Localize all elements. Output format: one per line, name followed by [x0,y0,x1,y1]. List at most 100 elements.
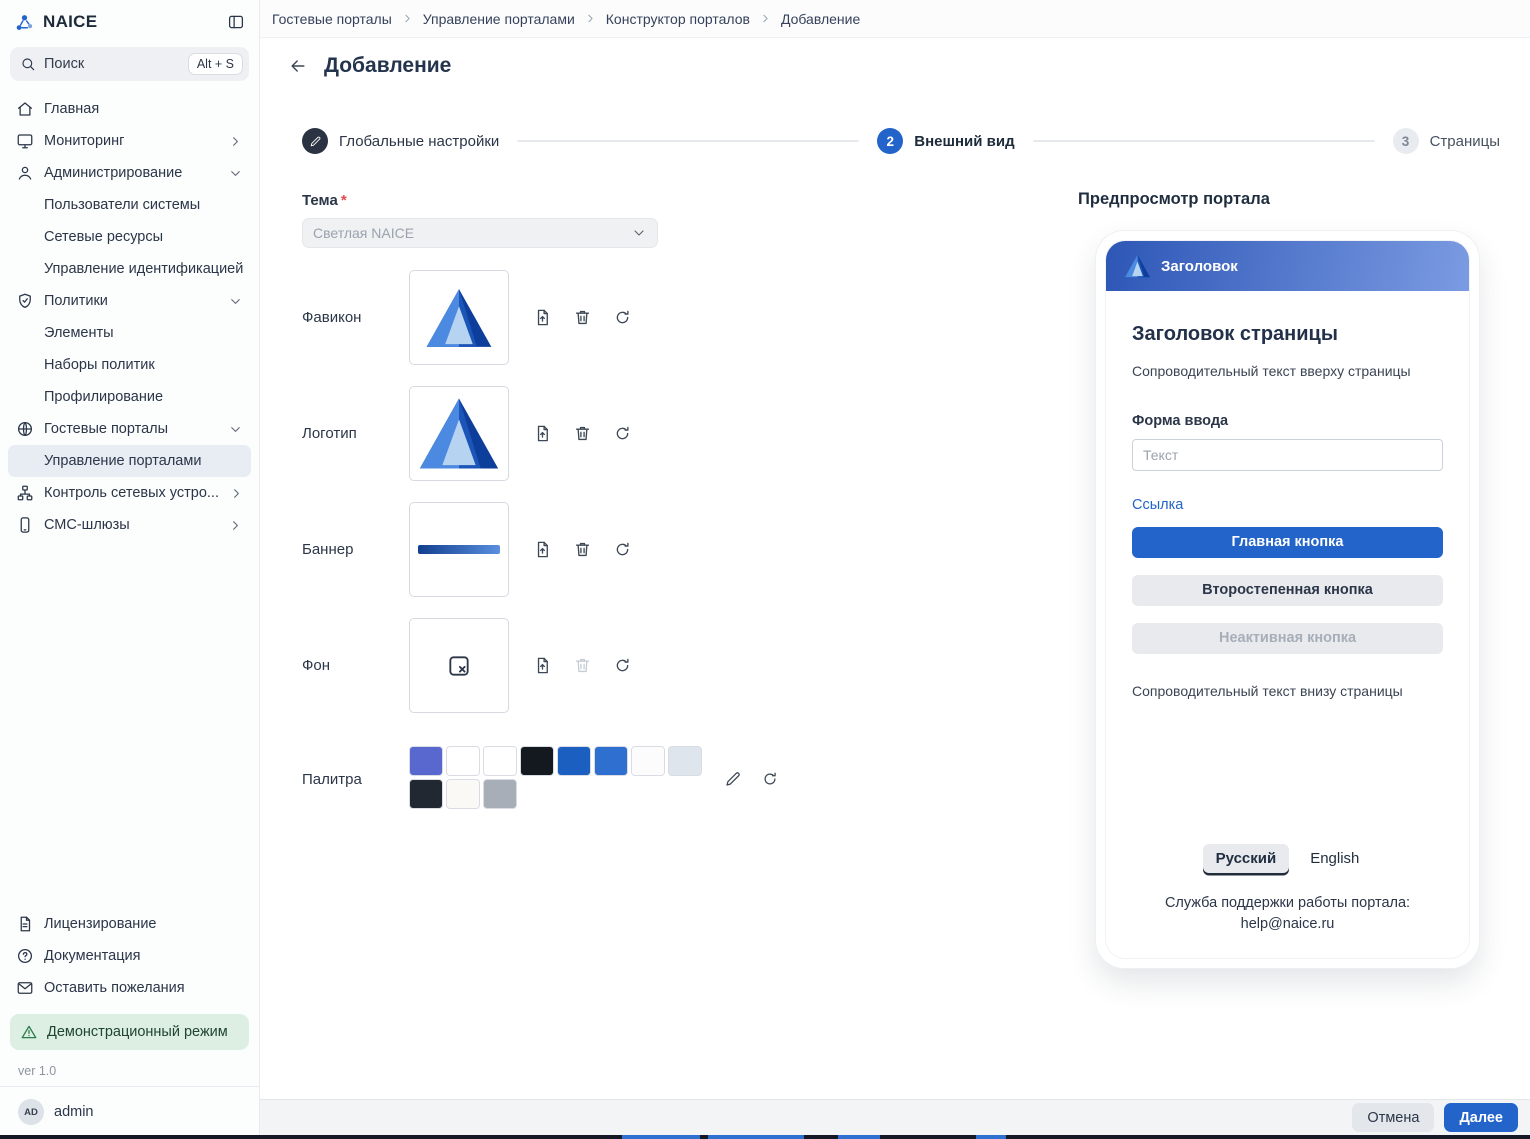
sidebar-item-label: Пользователи системы [44,197,200,213]
trash-icon [573,656,592,675]
upload-row-logo: Логотип [302,386,1078,481]
portal-header: Заголовок [1106,241,1469,291]
banner-label: Баннер [302,541,409,558]
search-input[interactable] [44,56,180,72]
sidebar-item-sms-gateways[interactable]: СМС-шлюзы [8,509,251,541]
portal-page-title: Заголовок страницы [1132,323,1443,346]
sidebar-item-label: Политики [44,293,108,309]
sidebar-item-documentation[interactable]: Документация [8,940,251,972]
tab-russian[interactable]: Русский [1203,844,1290,873]
portal-secondary-button[interactable]: Второстепенная кнопка [1132,575,1443,606]
background-upload-button[interactable] [533,656,552,675]
trash-icon [573,540,592,559]
next-button[interactable]: Далее [1444,1103,1518,1132]
breadcrumb-item-guest-portals[interactable]: Гостевые порталы [272,11,392,27]
step-appearance[interactable]: 2 Внешний вид [877,128,1014,154]
sidebar-item-policies[interactable]: Политики [8,285,251,317]
collapse-sidebar-icon [227,13,245,31]
smartphone-icon [16,516,34,534]
step-pages[interactable]: 3 Страницы [1393,128,1500,154]
sidebar-item-profiling[interactable]: Профилирование [8,381,251,413]
sidebar-item-policy-sets[interactable]: Наборы политик [8,349,251,381]
mail-icon [16,979,34,997]
sidebar-item-administration[interactable]: Администрирование [8,157,251,189]
step-active-circle: 2 [877,128,903,154]
banner-reset-button[interactable] [613,540,632,559]
portal-disabled-button: Неактивная кнопка [1132,623,1443,654]
theme-select[interactable]: Светлая NAICE [302,218,658,248]
palette-actions [724,770,779,788]
network-icon [16,484,34,502]
portal-primary-button[interactable]: Главная кнопка [1132,527,1443,558]
background-reset-button[interactable] [613,656,632,675]
collapse-sidebar-button[interactable] [225,11,247,33]
logo-reset-button[interactable] [613,424,632,443]
demo-mode-label: Демонстрационный режим [47,1024,228,1040]
back-arrow-icon [288,56,308,76]
palette-swatch [631,746,665,776]
logo-upload-button[interactable] [533,424,552,443]
portal-link[interactable]: Ссылка [1132,497,1183,513]
sidebar-item-network-device-control[interactable]: Контроль сетевых устро... [8,477,251,509]
favicon-reset-button[interactable] [613,308,632,327]
portal-text-input[interactable] [1132,439,1443,471]
step-global-settings[interactable]: Глобальные настройки [302,128,499,154]
appearance-form: Тема* Светлая NAICE Фавикон [302,184,1078,1099]
step-label: Внешний вид [914,133,1014,150]
palette-swatch [557,746,591,776]
sidebar-item-system-users[interactable]: Пользователи системы [8,189,251,221]
banner-delete-button[interactable] [573,540,592,559]
sidebar-item-monitoring[interactable]: Мониторинг [8,125,251,157]
sidebar-item-label: Администрирование [44,165,182,181]
sidebar-item-label: Оставить пожелания [44,980,185,996]
portal-support-text: Служба поддержки работы портала: help@na… [1132,893,1443,937]
bottom-bar-segment [622,1135,700,1139]
sidebar-item-elements[interactable]: Элементы [8,317,251,349]
naice-triangle-logo [1124,254,1151,278]
palette-swatch [483,779,517,809]
user-menu[interactable]: AD admin [0,1086,259,1139]
cancel-button[interactable]: Отмена [1352,1103,1434,1132]
search-box[interactable]: Alt + S [10,47,249,81]
breadcrumb-item-current: Добавление [781,11,860,27]
palette-swatch-row [409,779,702,809]
no-image-icon [446,653,472,679]
banner-upload-button[interactable] [533,540,552,559]
portal-header-title: Заголовок [1161,258,1238,275]
background-actions [533,656,632,675]
stepper-connector [517,140,859,142]
palette-swatch [409,746,443,776]
monitor-icon [16,132,34,150]
chevron-down-icon [228,166,243,181]
palette-swatch [446,746,480,776]
breadcrumb-item-portal-constructor[interactable]: Конструктор порталов [606,11,750,27]
phone-screen: Заголовок Заголовок страницы Сопроводите… [1105,240,1470,959]
upload-icon [533,656,552,675]
breadcrumb-separator-icon [584,12,597,25]
sidebar-item-feedback[interactable]: Оставить пожелания [8,972,251,1004]
logo-actions [533,424,632,443]
palette-edit-button[interactable] [724,770,742,788]
home-icon [16,100,34,118]
brand: NAICE [14,12,97,33]
sidebar-item-identity-management[interactable]: Управление идентификацией [8,253,251,285]
main-area: Гостевые порталы Управление порталами Ко… [260,0,1530,1139]
back-button[interactable] [286,54,310,78]
sidebar-item-home[interactable]: Главная [8,93,251,125]
logo-delete-button[interactable] [573,424,592,443]
palette-reset-button[interactable] [761,770,779,788]
breadcrumb-item-portal-management[interactable]: Управление порталами [423,11,575,27]
sidebar-item-label: Гостевые порталы [44,421,168,437]
favicon-upload-button[interactable] [533,308,552,327]
background-delete-button [573,656,592,675]
page-content: Глобальные настройки 2 Внешний вид 3 Стр… [260,94,1530,1099]
tab-english[interactable]: English [1297,844,1372,873]
chevron-right-icon [228,518,243,533]
sidebar-item-guest-portals[interactable]: Гостевые порталы [8,413,251,445]
favicon-delete-button[interactable] [573,308,592,327]
search-shortcut-badge: Alt + S [188,53,243,75]
sidebar-item-network-resources[interactable]: Сетевые ресурсы [8,221,251,253]
sidebar-item-portal-management[interactable]: Управление порталами [8,445,251,477]
chevron-right-icon [229,486,244,501]
sidebar-item-licensing[interactable]: Лицензирование [8,908,251,940]
